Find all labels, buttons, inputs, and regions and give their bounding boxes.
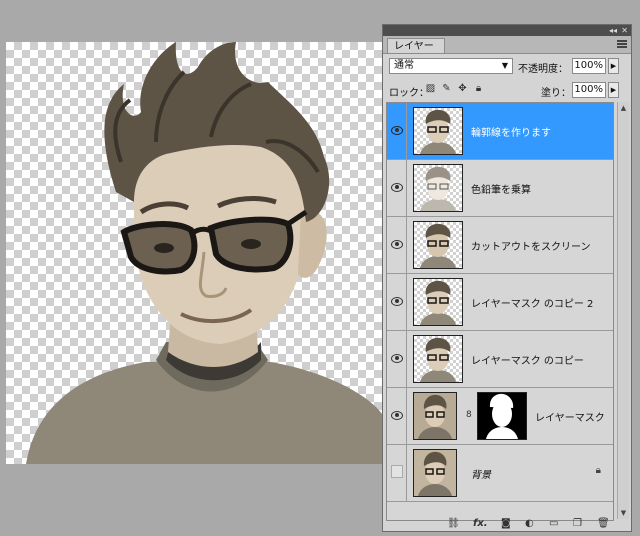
scroll-up-icon[interactable]: ▲ bbox=[618, 102, 629, 114]
visibility-toggle[interactable] bbox=[387, 331, 407, 387]
panel-title-bar[interactable]: ◂◂ ✕ bbox=[383, 25, 631, 36]
eye-icon bbox=[391, 297, 403, 306]
eye-icon bbox=[391, 354, 403, 363]
layer-row[interactable]: カットアウトをスクリーン bbox=[387, 217, 613, 274]
eye-icon bbox=[391, 183, 403, 192]
visibility-toggle[interactable] bbox=[387, 388, 407, 444]
portrait-image bbox=[26, 42, 382, 464]
fill-slider-arrow-icon[interactable]: ▶ bbox=[608, 82, 619, 98]
layer-list-scrollbar[interactable]: ▲ ▼ bbox=[617, 102, 629, 519]
document-canvas[interactable] bbox=[6, 42, 382, 464]
fill-input[interactable]: 100% bbox=[572, 82, 606, 98]
adjustment-icon[interactable]: ◐ bbox=[525, 518, 534, 530]
layer-thumbnail bbox=[413, 449, 457, 497]
layer-thumbnail bbox=[413, 164, 463, 212]
visibility-toggle[interactable] bbox=[387, 445, 407, 501]
layer-row[interactable]: 背景 🔒︎ bbox=[387, 445, 613, 502]
lock-position-move-icon[interactable]: ✥ bbox=[457, 83, 468, 94]
visibility-off-box bbox=[391, 465, 403, 478]
lock-transparency-icon[interactable]: ▨ bbox=[425, 83, 436, 94]
layer-name[interactable]: 背景 bbox=[471, 466, 491, 481]
collapse-icon[interactable]: ◂◂ bbox=[609, 25, 617, 36]
layer-name[interactable]: レイヤーマスク のコピー bbox=[471, 352, 584, 367]
layer-name[interactable]: レイヤーマスク bbox=[535, 409, 605, 424]
visibility-toggle[interactable] bbox=[387, 160, 407, 216]
layer-thumbnail bbox=[413, 221, 463, 269]
lock-image-brush-icon[interactable]: ✎ bbox=[441, 83, 452, 94]
layer-name[interactable]: 輪郭線を作ります bbox=[471, 124, 551, 139]
new-layer-icon[interactable]: ❐ bbox=[573, 518, 582, 530]
blend-mode-value: 通常 bbox=[394, 60, 414, 71]
fill-label: 塗り： bbox=[541, 88, 571, 99]
visibility-toggle[interactable] bbox=[387, 274, 407, 330]
opacity-slider-arrow-icon[interactable]: ▶ bbox=[608, 58, 619, 74]
layer-row[interactable]: 輪郭線を作ります bbox=[387, 103, 613, 160]
lock-all-icon[interactable]: 🔒︎ bbox=[473, 83, 484, 94]
layer-name[interactable]: レイヤーマスク のコピー 2 bbox=[471, 295, 593, 310]
trash-icon[interactable]: 🗑︎ bbox=[597, 518, 610, 530]
chevron-down-icon: ▼ bbox=[501, 61, 508, 70]
opacity-input[interactable]: 100% bbox=[572, 58, 606, 74]
panel-footer: ⛓ fx. ◙ ◐ ▭ ❐ 🗑︎ bbox=[383, 517, 631, 531]
layer-thumbnail bbox=[413, 335, 463, 383]
visibility-toggle[interactable] bbox=[387, 103, 407, 159]
eye-icon bbox=[391, 411, 403, 420]
panel-menu-icon[interactable] bbox=[617, 40, 627, 48]
layer-thumbnail bbox=[413, 278, 463, 326]
blend-mode-select[interactable]: 通常 ▼ bbox=[389, 58, 513, 74]
add-mask-icon[interactable]: ◙ bbox=[501, 518, 511, 530]
layer-list: 輪郭線を作ります 色鉛筆を乗算 カットアウトをスクリーン レイヤーマスク のコピ… bbox=[386, 102, 614, 521]
lock-icon: 🔒︎ bbox=[595, 465, 601, 476]
panel-tab-bar: レイヤー bbox=[383, 36, 631, 54]
layers-panel: ◂◂ ✕ レイヤー 通常 ▼ 不透明度： 100% ▶ ロック： ▨ ✎ ✥ 🔒… bbox=[382, 24, 632, 532]
fx-icon[interactable]: fx. bbox=[473, 518, 488, 530]
layer-mask-thumbnail[interactable] bbox=[477, 392, 527, 440]
tab-layers[interactable]: レイヤー bbox=[387, 38, 445, 53]
layer-row[interactable]: レイヤーマスク のコピー bbox=[387, 331, 613, 388]
layer-row[interactable]: 8 レイヤーマスク bbox=[387, 388, 613, 445]
layer-name[interactable]: 色鉛筆を乗算 bbox=[471, 181, 531, 196]
layer-row[interactable]: 色鉛筆を乗算 bbox=[387, 160, 613, 217]
eye-icon bbox=[391, 126, 403, 135]
opacity-label: 不透明度： bbox=[518, 64, 568, 75]
mask-link-chain-icon[interactable]: 8 bbox=[466, 410, 472, 420]
layer-row[interactable]: レイヤーマスク のコピー 2 bbox=[387, 274, 613, 331]
layer-thumbnail bbox=[413, 107, 463, 155]
lock-label: ロック： bbox=[389, 88, 429, 99]
group-icon[interactable]: ▭ bbox=[549, 518, 558, 530]
layer-thumbnail bbox=[413, 392, 457, 440]
layer-name[interactable]: カットアウトをスクリーン bbox=[471, 238, 591, 253]
visibility-toggle[interactable] bbox=[387, 217, 407, 273]
link-icon[interactable]: ⛓ bbox=[447, 518, 460, 530]
close-icon[interactable]: ✕ bbox=[621, 25, 628, 36]
eye-icon bbox=[391, 240, 403, 249]
